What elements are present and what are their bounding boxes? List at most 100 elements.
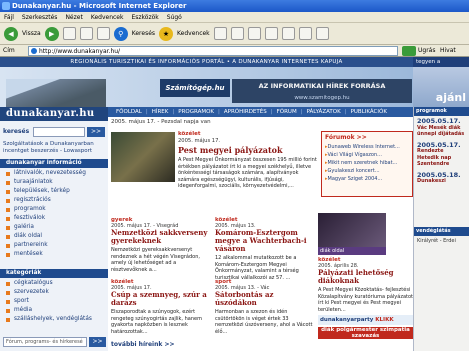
sidebar-item[interactable]: mentések xyxy=(6,250,106,259)
news-item: közélet 2005. április 28. Pályázati lehe… xyxy=(318,257,413,313)
back-icon[interactable]: ◀ xyxy=(4,26,18,41)
search-button[interactable]: >> xyxy=(87,127,105,137)
ad-banner[interactable]: AZ INFORMATIKAI HÍREK FORRÁSA www.szamito… xyxy=(232,79,412,103)
refresh-icon[interactable] xyxy=(79,27,93,40)
sidebar-item[interactable]: szervezetek xyxy=(6,288,106,297)
right-banner[interactable]: ajánl xyxy=(413,67,469,107)
home-icon[interactable] xyxy=(96,27,110,40)
go-button[interactable] xyxy=(402,46,416,56)
menu-view[interactable]: Nézet xyxy=(65,12,82,22)
event-title[interactable]: Vác Mesék diák ünnepi díjátadás xyxy=(417,125,466,138)
student-label[interactable]: diák oldal xyxy=(318,247,386,255)
forum-item[interactable]: Mikit nem szeretnek hibat... xyxy=(325,159,412,167)
hospitality-text[interactable]: Királyrét - Erdei xyxy=(414,236,469,247)
featured-text: A Pest Megyei Önkormányzat összesen 195 … xyxy=(178,157,317,189)
nav-news[interactable]: HÍREK xyxy=(152,107,169,117)
sidebar-item[interactable]: diák oldal xyxy=(6,232,106,241)
site-logo[interactable]: dunakanyar.hu xyxy=(0,107,108,121)
news-title[interactable]: Nemzetközi sakkverseny gyerekeknek xyxy=(111,229,211,245)
party-click[interactable]: KLIKK xyxy=(375,317,393,323)
sidebar-item[interactable]: cégkatalógus xyxy=(6,279,106,288)
stop-icon[interactable] xyxy=(62,27,76,40)
browser-window: Dunakanyar.hu - Microsoft Internet Explo… xyxy=(0,0,469,351)
ad-url[interactable]: www.szamitogep.hu xyxy=(232,92,412,104)
address-url[interactable]: http://www.dunakanyar.hu/ xyxy=(39,48,120,55)
menu-tools[interactable]: Eszközök xyxy=(131,12,158,22)
forum-box: Fórumok >> Dunaweb Wireless Internet... … xyxy=(321,131,413,197)
event-title[interactable]: Dunakeszi xyxy=(417,178,466,185)
nav-tenders[interactable]: PÁLYÁZATOK xyxy=(307,107,341,117)
sidebar-item[interactable]: fesztiválok xyxy=(6,214,106,223)
nav-classifieds[interactable]: APRÓHIRDETÉS xyxy=(224,107,267,117)
party-text[interactable]: dunakanyarparty xyxy=(320,317,373,323)
address-bar: Cím http://www.dunakanyar.hu/ Ugrás Hiva… xyxy=(0,45,469,57)
address-label: Cím xyxy=(3,47,15,54)
forum-item[interactable]: Gyulakeszi koncert... xyxy=(325,167,412,175)
media-icon[interactable] xyxy=(213,27,227,40)
back-label[interactable]: Vissza xyxy=(22,30,41,37)
nav-publications[interactable]: PUBLIKÁCIÓK xyxy=(351,107,387,117)
sidebar-item[interactable]: települések, térkép xyxy=(6,187,106,196)
sidebar-item[interactable]: szálláshelyek, vendéglátás xyxy=(6,315,106,324)
search-label[interactable]: Keresés xyxy=(132,30,155,37)
forum-item[interactable]: Váci Világi Vígaszon... xyxy=(325,151,412,159)
event-item[interactable]: 2005.05.18. Dunakeszi xyxy=(414,170,469,187)
top-right-link[interactable]: tegyen a Dunakanyarhoz xyxy=(413,57,469,75)
sidebar-item[interactable]: sport xyxy=(6,297,106,306)
forum-item[interactable]: Magyar Sziget 2004... xyxy=(325,175,412,183)
news-title[interactable]: Csúp a szemnyeg, szúr a darázs xyxy=(111,291,211,307)
event-item[interactable]: 2005.05.17. Rendezte Hetedik nap Szentend… xyxy=(414,140,469,170)
info-list: látnivalók, nevezetesség turaajánlatok t… xyxy=(6,169,106,259)
forum-search-button[interactable]: >> xyxy=(89,337,106,347)
ad-logo[interactable]: Számítógép.hu xyxy=(160,79,230,97)
sidebar-item[interactable]: média xyxy=(6,306,106,315)
menu-edit[interactable]: Szerkesztés xyxy=(22,12,58,22)
messenger-icon[interactable] xyxy=(315,27,329,40)
promo-text[interactable]: Szolgáltatások a Dunakanyarban incentget… xyxy=(3,141,105,155)
news-title[interactable]: Komárom-Esztergom megye a Wachterbach-i … xyxy=(215,229,315,253)
menu-help[interactable]: Súgó xyxy=(167,12,182,22)
favorites-icon[interactable]: ★ xyxy=(159,26,174,41)
sidebar-item[interactable]: galéria xyxy=(6,223,106,232)
news-title[interactable]: Sátorbontás az úszódákon xyxy=(215,291,315,307)
address-input[interactable]: http://www.dunakanyar.hu/ xyxy=(28,46,398,56)
event-item[interactable]: 2005.05.17. Vác Mesék diák ünnepi díjátad… xyxy=(414,116,469,140)
student-image[interactable] xyxy=(318,213,386,249)
go-label[interactable]: Ugrás xyxy=(418,45,435,57)
nav-programs[interactable]: PROGRAMOK xyxy=(178,107,214,117)
featured-title[interactable]: Pest megyei pályázatok xyxy=(178,145,283,155)
sidebar-item[interactable]: turaajánlatok xyxy=(6,178,106,187)
featured-image[interactable] xyxy=(111,132,175,182)
menu-favorites[interactable]: Kedvencek xyxy=(91,12,124,22)
info-heading: dunakanyar információ xyxy=(0,159,108,168)
forum-heading[interactable]: Fórumok >> xyxy=(322,132,412,143)
news-title[interactable]: Pályázati lehetőség diákoknak xyxy=(318,269,413,285)
sidebar-item[interactable]: programok xyxy=(6,205,106,214)
sidebar-item[interactable]: látnivalók, nevezetesség xyxy=(6,169,106,178)
party-banner[interactable]: dunakanyarparty KLIKK xyxy=(318,315,413,325)
news-item: sport 2005. május 13. - Vác Sátorbontás … xyxy=(215,279,315,335)
main-nav: FŐOLDAL | HÍREK | PROGRAMOK | APRÓHIRDETÉS |… xyxy=(108,107,413,117)
window-title: Dunakanyar.hu - Microsoft Internet Explo… xyxy=(12,2,187,10)
discuss-icon[interactable] xyxy=(298,27,312,40)
sidebar-item[interactable]: regisztrációs xyxy=(6,196,106,205)
nav-forum[interactable]: FÓRUM xyxy=(277,107,297,117)
menu-file[interactable]: Fájl xyxy=(4,12,14,22)
student-vote-banner[interactable]: diák polgármester szimpatia szavazás xyxy=(318,327,413,339)
links-label[interactable]: Hivat xyxy=(440,45,456,57)
sidebar-item[interactable]: partnereink xyxy=(6,241,106,250)
ad-headline[interactable]: AZ INFORMATIKAI HÍREK FORRÁSA xyxy=(232,80,412,92)
print-icon[interactable] xyxy=(264,27,278,40)
event-title[interactable]: Rendezte Hetedik nap Szentendre xyxy=(417,148,466,168)
favorites-label[interactable]: Kedvencek xyxy=(177,30,210,37)
forum-search-input[interactable]: Fórum, programs- és hírkeresé xyxy=(3,337,87,347)
mail-icon[interactable] xyxy=(247,27,261,40)
forward-icon[interactable]: ▶ xyxy=(44,26,59,41)
forum-item[interactable]: Dunaweb Wireless Internet... xyxy=(325,143,412,151)
more-news-link[interactable]: további híreink >> xyxy=(111,341,175,348)
search-icon[interactable]: ⚲ xyxy=(113,26,128,41)
edit-icon[interactable] xyxy=(281,27,295,40)
nav-home[interactable]: FŐOLDAL xyxy=(116,107,142,117)
search-input[interactable] xyxy=(33,127,85,137)
history-icon[interactable] xyxy=(230,27,244,40)
